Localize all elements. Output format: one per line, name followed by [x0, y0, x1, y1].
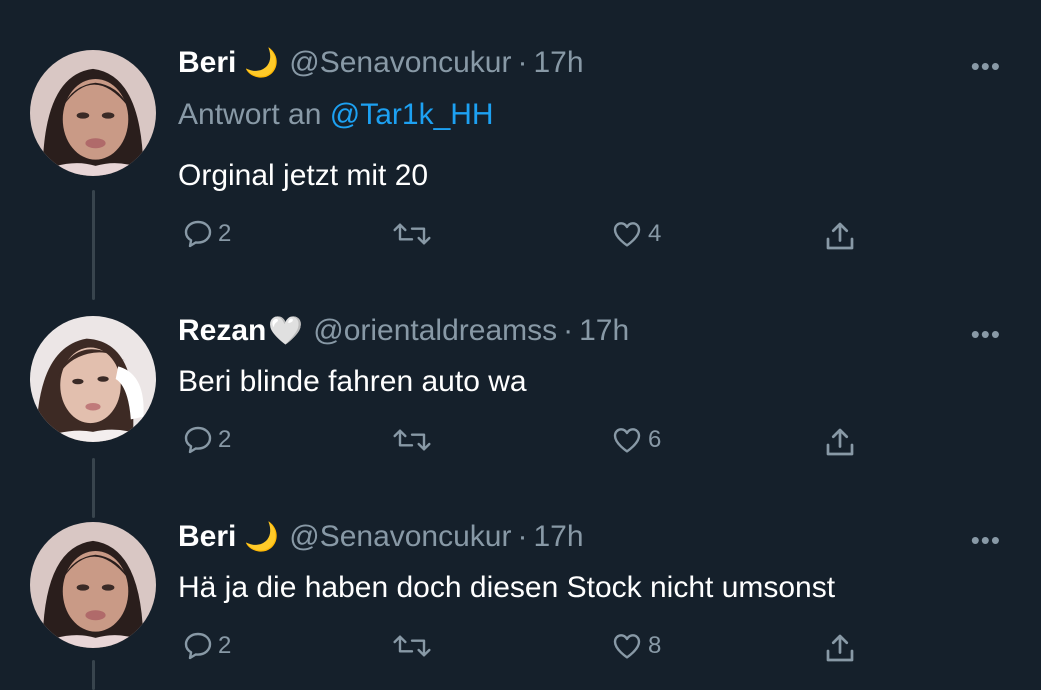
- like-icon: [613, 428, 641, 453]
- separator-dot: ·: [563, 314, 574, 347]
- tweet-header: Rezan🤍 @orientaldreamss · 17h: [178, 314, 629, 348]
- reply-icon: [184, 220, 212, 248]
- share-icon: [826, 428, 854, 456]
- timestamp[interactable]: 17h: [579, 314, 629, 347]
- moon-emoji-icon: 🌙: [244, 47, 280, 78]
- user-handle[interactable]: @Senavoncukur: [289, 46, 511, 79]
- tweet[interactable]: Rezan🤍 @orientaldreamss · 17h ••• Beri blin…: [0, 300, 1041, 510]
- reply-count: 2: [218, 220, 232, 247]
- tweet-text: Beri blinde fahren auto wa: [178, 365, 527, 398]
- retweet-icon: [393, 635, 431, 657]
- separator-dot: ·: [517, 520, 528, 553]
- separator-dot: ·: [517, 46, 528, 79]
- reply-button[interactable]: 2: [182, 630, 231, 662]
- share-button[interactable]: [822, 424, 858, 460]
- share-icon: [826, 222, 854, 250]
- retweet-button[interactable]: [392, 218, 432, 250]
- user-handle[interactable]: @orientaldreamss: [313, 314, 557, 347]
- reply-count: 2: [218, 426, 232, 453]
- like-count: 8: [648, 632, 662, 659]
- moon-emoji-icon: 🌙: [244, 521, 280, 552]
- tweet-actions: 2 6: [0, 424, 1041, 464]
- more-icon[interactable]: •••: [971, 321, 1001, 347]
- share-button[interactable]: [822, 218, 858, 254]
- retweet-icon: [393, 429, 431, 451]
- reply-prefix: Antwort an: [178, 98, 322, 131]
- like-button[interactable]: 4: [610, 218, 661, 250]
- reply-mention-link[interactable]: @Tar1k_HH: [330, 98, 494, 131]
- like-count: 4: [648, 220, 662, 247]
- reply-icon: [184, 426, 212, 454]
- retweet-icon: [393, 223, 431, 245]
- share-button[interactable]: [822, 630, 858, 666]
- like-icon: [613, 634, 641, 659]
- like-button[interactable]: 8: [610, 630, 661, 662]
- tweet[interactable]: Beri 🌙 @Senavoncukur · 17h ••• Hä ja die hab…: [0, 510, 1041, 690]
- more-icon[interactable]: •••: [971, 527, 1001, 553]
- reply-context: Antwort an @Tar1k_HH: [178, 98, 494, 132]
- display-name[interactable]: Beri: [178, 520, 236, 553]
- user-handle[interactable]: @Senavoncukur: [289, 520, 511, 553]
- tweet-header: Beri 🌙 @Senavoncukur · 17h: [178, 520, 584, 554]
- reply-count: 2: [218, 632, 232, 659]
- reply-button[interactable]: 2: [182, 424, 231, 456]
- tweet-actions: 2 4: [0, 218, 1041, 258]
- like-count: 6: [648, 426, 662, 453]
- timestamp[interactable]: 17h: [533, 46, 583, 79]
- display-name[interactable]: Rezan: [178, 314, 266, 347]
- share-icon: [826, 634, 854, 662]
- white-heart-emoji-icon: 🤍: [268, 315, 304, 346]
- tweet-actions: 2 8: [0, 630, 1041, 670]
- timestamp[interactable]: 17h: [533, 520, 583, 553]
- more-icon[interactable]: •••: [971, 53, 1001, 79]
- reply-icon: [184, 632, 212, 660]
- tweet-text: Hä ja die haben doch diesen Stock nicht …: [178, 571, 836, 604]
- like-icon: [613, 222, 641, 247]
- retweet-button[interactable]: [392, 424, 432, 456]
- like-button[interactable]: 6: [610, 424, 661, 456]
- retweet-button[interactable]: [392, 630, 432, 662]
- reply-button[interactable]: 2: [182, 218, 231, 250]
- tweet-header: Beri 🌙 @Senavoncukur · 17h: [178, 46, 584, 80]
- avatar[interactable]: [30, 50, 156, 176]
- tweet-text: Orginal jetzt mit 20: [178, 159, 429, 192]
- display-name[interactable]: Beri: [178, 46, 236, 79]
- tweet[interactable]: Beri 🌙 @Senavoncukur · 17h ••• Antwort an @T…: [0, 0, 1041, 300]
